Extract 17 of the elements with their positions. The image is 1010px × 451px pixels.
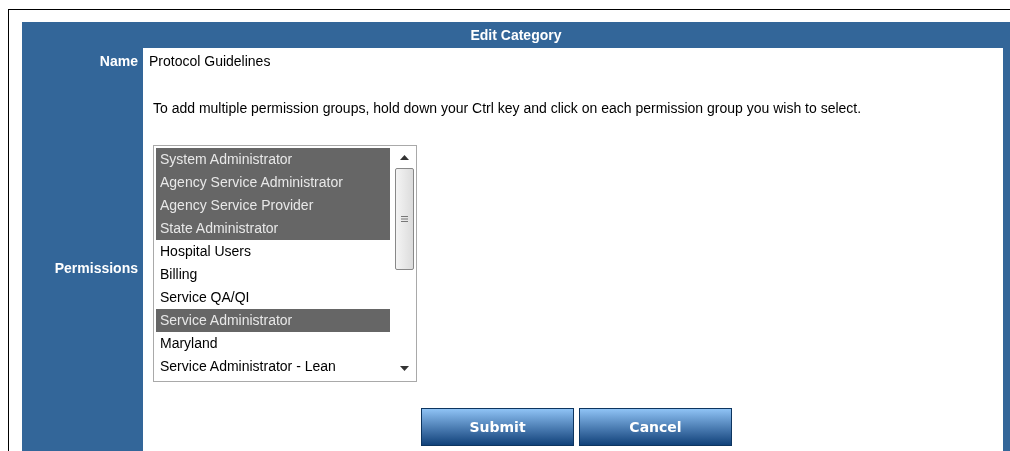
form-title: Edit Category [470,25,562,45]
list-option[interactable]: State Administrator [156,217,390,240]
list-option[interactable]: Agency Service Administrator [156,171,390,194]
field-label: Permissions [54,258,138,278]
scroll-down-icon[interactable] [399,366,409,371]
instruction-text: To add multiple permission groups, hold down your Ctrl key and click on each permission group you wish to select. [153,99,863,118]
list-option[interactable]: Agency Service Provider [156,194,390,217]
field-label: Name [99,51,138,71]
permission-listbox[interactable]: System Administrator Agency Service Administrator Agency Service Provider State Administrator Hospital Users Billing Service QA/QI Service Administrator Maryland Service Administrator - Lean [153,145,417,382]
grip-icon [400,216,408,222]
list-option[interactable]: System Administrator [156,148,390,171]
list-option[interactable]: Service Administrator [156,309,390,332]
form-button[interactable]: Cancel [579,408,732,446]
form-button[interactable]: Submit [421,408,574,446]
scroll-thumb[interactable] [394,168,414,270]
name-value: Protocol Guidelines [149,51,271,71]
scroll-up-icon[interactable] [399,155,409,160]
